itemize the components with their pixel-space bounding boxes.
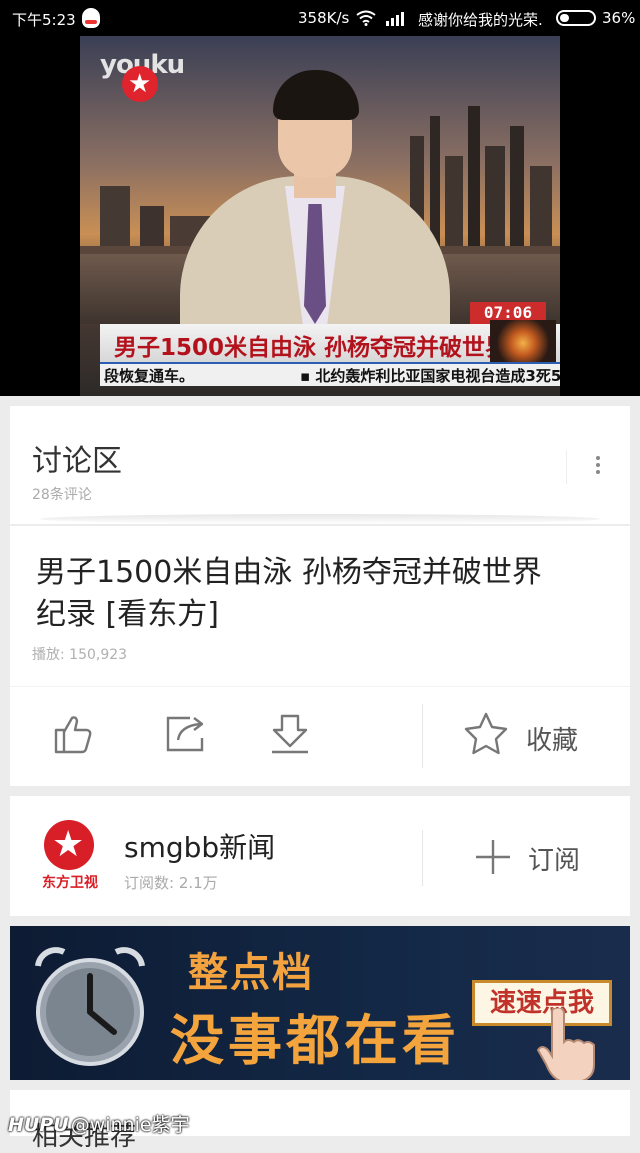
favorite-label[interactable]: 收藏 <box>526 720 578 757</box>
anchor-hair <box>273 70 359 120</box>
video-title: 男子1500米自由泳 孙杨夺冠并破世界纪录 [看东方] <box>36 555 542 632</box>
status-bar: 下午5:23 358K/s 感谢你给我的光荣. 36% <box>0 0 640 36</box>
comment-count: 28条评论 <box>32 487 92 503</box>
divider <box>566 450 567 484</box>
ad-subheadline: 没事都在看 <box>170 1009 460 1072</box>
subscriber-count: 订阅数: 2.1万 <box>124 874 218 892</box>
share-button[interactable] <box>160 708 212 760</box>
watermark-name: 紫宇 <box>151 1114 190 1136</box>
signal-icon <box>386 12 404 26</box>
discussion-card[interactable]: 讨论区 28条评论 <box>10 406 630 524</box>
video-player[interactable]: youku 07:06 男子1500米自由泳 孙杨夺冠并破世界纪录 段恢复通车。… <box>0 36 640 396</box>
divider <box>422 704 423 768</box>
star-icon <box>464 712 508 755</box>
alarm-clock-icon <box>35 947 145 1066</box>
forum-watermark: HUPU @winnie紫宇 <box>8 1110 190 1137</box>
subscribe-button[interactable]: 订阅 <box>528 840 580 877</box>
thumbs-up-icon <box>54 716 92 754</box>
ad-headline: 整点档 <box>188 950 314 996</box>
dragon-tv-logo-icon <box>122 66 158 102</box>
battery-icon <box>556 10 596 26</box>
pointing-hand-icon <box>536 1008 595 1080</box>
like-button[interactable] <box>48 708 100 760</box>
favorite-button[interactable] <box>460 708 512 760</box>
news-ticker: 段恢复通车。 ▪ 北约轰炸利比亚国家电视台造成3死5 <box>100 362 560 386</box>
headline-graphic <box>490 320 556 362</box>
divider <box>10 686 630 687</box>
watermark-user: @winnie <box>70 1114 152 1136</box>
wifi-icon <box>356 10 376 26</box>
channel-name[interactable]: smgbb新闻 <box>124 826 275 866</box>
download-icon <box>272 714 308 754</box>
divider <box>422 830 423 886</box>
channel-logo[interactable]: 东方卫视 <box>38 820 102 891</box>
channel-logo-text: 东方卫视 <box>42 875 98 891</box>
qq-icon <box>82 8 100 28</box>
play-count: 播放: 150,923 <box>32 647 128 663</box>
card-shadow <box>40 514 600 524</box>
ad-banner[interactable]: 整点档 没事都在看 速速点我 <box>10 926 630 1080</box>
more-options-icon[interactable] <box>596 456 602 478</box>
network-speed: 358K/s <box>298 9 350 27</box>
watermark-brand: HUPU <box>8 1114 69 1136</box>
discussion-title: 讨论区 <box>32 444 122 479</box>
dragon-tv-star-icon <box>44 820 94 870</box>
video-frame[interactable]: youku 07:06 男子1500米自由泳 孙杨夺冠并破世界纪录 段恢复通车。… <box>80 36 560 396</box>
headline-bar: 男子1500米自由泳 孙杨夺冠并破世界纪录 <box>100 320 560 362</box>
status-time: 下午5:23 <box>12 11 76 29</box>
battery-level: 36% <box>602 9 636 27</box>
headline-text: 男子1500米自由泳 孙杨夺冠并破世界纪录 <box>114 335 555 361</box>
plus-icon[interactable] <box>474 838 512 876</box>
ticker-right-text: ▪ 北约轰炸利比亚国家电视台造成3死5 <box>300 367 560 385</box>
share-icon <box>166 716 204 752</box>
ticker-left-text: 段恢复通车。 <box>104 367 195 385</box>
video-info-card: 男子1500米自由泳 孙杨夺冠并破世界纪录 [看东方] 播放: 150,923 … <box>10 526 630 786</box>
channel-card[interactable]: 东方卫视 smgbb新闻 订阅数: 2.1万 订阅 <box>10 796 630 916</box>
carrier-name: 感谢你给我的光荣. <box>418 11 543 29</box>
download-button[interactable] <box>264 708 316 760</box>
